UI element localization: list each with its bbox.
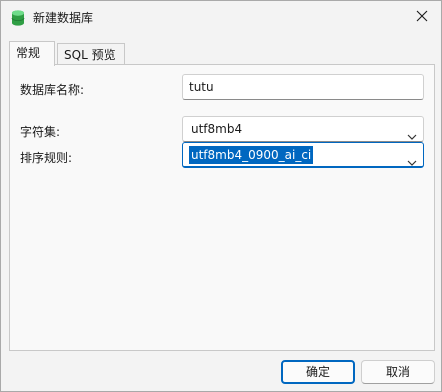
cancel-button[interactable]: 取消 [361, 360, 435, 384]
tab-sql-preview[interactable]: SQL 预览 [57, 43, 125, 65]
general-panel: 数据库名称: tutu 字符集: utf8mb4 排序规则: utf8mb4_0… [9, 64, 435, 351]
close-icon [416, 10, 428, 25]
chevron-down-icon [407, 125, 417, 140]
chevron-down-icon [407, 151, 417, 166]
ok-button[interactable]: 确定 [281, 360, 355, 384]
collation-select[interactable]: utf8mb4_0900_ai_ci [182, 142, 424, 168]
database-icon [10, 9, 26, 27]
window-title: 新建数据库 [33, 11, 94, 25]
charset-label: 字符集: [20, 125, 61, 139]
new-database-dialog: 新建数据库 常规 SQL 预览 数据库名称: tutu 字符集: utf8mb4… [0, 0, 442, 392]
tab-general[interactable]: 常规 [9, 41, 55, 66]
title-bar: 新建数据库 [1, 1, 441, 33]
close-button[interactable] [405, 3, 439, 31]
collation-value: utf8mb4_0900_ai_ci [189, 146, 314, 164]
database-name-input[interactable]: tutu [182, 74, 424, 100]
collation-label: 排序规则: [20, 151, 73, 165]
charset-value: utf8mb4 [191, 122, 243, 136]
database-name-label: 数据库名称: [20, 83, 85, 97]
charset-select[interactable]: utf8mb4 [182, 116, 424, 142]
